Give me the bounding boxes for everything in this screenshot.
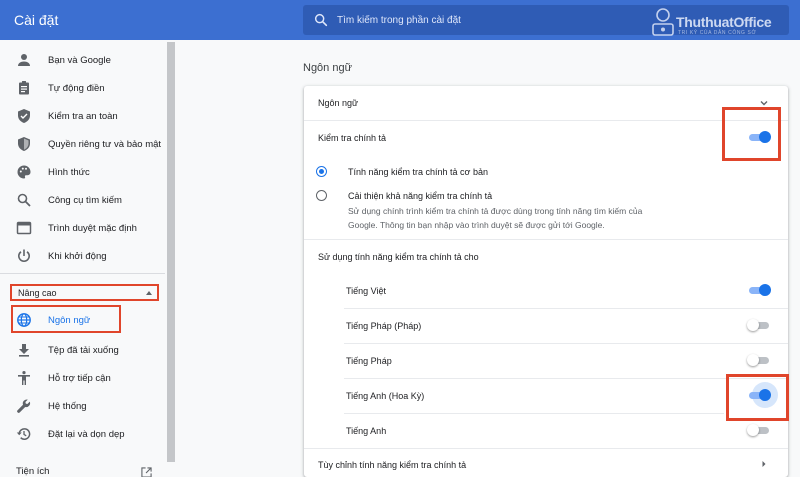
customize-spellcheck-row[interactable]: Tùy chỉnh tính năng kiểm tra chính tả bbox=[304, 449, 788, 477]
sidebar-item-privacy[interactable]: Quyền riêng tư và bảo mật bbox=[0, 130, 165, 158]
sidebar-divider bbox=[0, 273, 165, 274]
sidebar-item-label: Trình duyệt mặc định bbox=[48, 222, 137, 234]
palette-icon bbox=[17, 165, 31, 179]
sidebar-item-default-browser[interactable]: Trình duyệt mặc định bbox=[0, 214, 165, 242]
enhanced-spellcheck-label: Cải thiện khả năng kiểm tra chính tả bbox=[348, 191, 493, 201]
divider bbox=[304, 120, 788, 121]
sidebar-item-label: Hệ thống bbox=[48, 400, 87, 412]
browser-icon bbox=[16, 221, 32, 235]
restore-icon bbox=[16, 428, 31, 440]
sidebar-item-label: Đặt lại và dọn dẹp bbox=[48, 428, 125, 440]
basic-spellcheck-radio[interactable] bbox=[316, 166, 327, 177]
highlight-box-spellcheck bbox=[722, 107, 781, 161]
sidebar-item-label: Tiện ích bbox=[16, 466, 50, 477]
watermark-text: ThuthuatOffice bbox=[676, 14, 772, 30]
sidebar-item-autofill[interactable]: Tự động điền bbox=[0, 74, 165, 102]
person-icon bbox=[18, 54, 30, 66]
languages-expand-row[interactable]: Ngôn ngữ bbox=[304, 86, 788, 120]
highlight-box-english-us bbox=[726, 374, 789, 421]
language-name: Tiếng Việt bbox=[346, 286, 387, 296]
download-icon bbox=[19, 344, 29, 357]
sidebar-item-reset[interactable]: Đặt lại và dọn dẹp bbox=[0, 420, 165, 448]
sidebar-item-extensions[interactable]: Tiện ích bbox=[0, 462, 165, 477]
sidebar-item-on-startup[interactable]: Khi khởi động bbox=[0, 242, 165, 270]
divider bbox=[344, 413, 724, 414]
arrow-up-icon bbox=[146, 291, 152, 295]
customize-spellcheck-label: Tùy chỉnh tính năng kiểm tra chính tả bbox=[318, 460, 467, 470]
sidebar-item-accessibility[interactable]: Hỗ trợ tiếp cận bbox=[0, 364, 165, 392]
sidebar-item-label: Hỗ trợ tiếp cận bbox=[48, 372, 111, 384]
accessibility-icon bbox=[18, 371, 30, 385]
basic-spellcheck-label: Tính năng kiểm tra chính tả cơ bản bbox=[348, 167, 488, 177]
shield-lock-icon bbox=[18, 137, 30, 151]
divider bbox=[344, 308, 788, 309]
languages-card: Ngôn ngữ Kiểm tra chính tả Tính năng kiể… bbox=[304, 86, 789, 477]
sidebar-item-label: Khi khởi động bbox=[48, 250, 107, 262]
page-title: Cài đặt bbox=[14, 12, 59, 28]
header-bar: Cài đặt ThuthuatOffice TRI KỶ CỦA DÂN CÔ… bbox=[0, 0, 800, 40]
sidebar-item-system[interactable]: Hệ thống bbox=[0, 392, 165, 420]
sidebar-item-label: Kiểm tra an toàn bbox=[48, 110, 118, 122]
sidebar-item-label: Công cụ tìm kiếm bbox=[48, 194, 122, 206]
sidebar-item-appearance[interactable]: Hình thức bbox=[0, 158, 165, 186]
shield-check-icon bbox=[18, 109, 30, 123]
sidebar-item-label: Hình thức bbox=[48, 166, 90, 178]
watermark-subtext: TRI KỶ CỦA DÂN CÔNG SỞ bbox=[678, 30, 757, 36]
power-icon bbox=[18, 249, 30, 263]
sidebar-item-label: Tệp đã tải xuống bbox=[48, 344, 119, 356]
clipboard-icon bbox=[19, 81, 29, 95]
use-for-label: Sử dụng tính năng kiểm tra chính tả cho bbox=[318, 252, 479, 262]
open-in-new-icon bbox=[141, 467, 152, 477]
search-input[interactable] bbox=[337, 11, 637, 29]
toggle-knob bbox=[747, 424, 759, 436]
sidebar-item-label: Tự động điền bbox=[48, 82, 105, 94]
language-name: Tiếng Anh (Hoa Kỳ) bbox=[346, 391, 425, 401]
sidebar-item-you-and-google[interactable]: Bạn và Google bbox=[0, 46, 165, 74]
divider bbox=[344, 343, 788, 344]
sidebar-item-search-engine[interactable]: Công cụ tìm kiếm bbox=[0, 186, 165, 214]
chevron-right-icon bbox=[762, 461, 766, 467]
language-name: Tiếng Anh bbox=[346, 426, 387, 436]
enhanced-spellcheck-radio[interactable] bbox=[316, 190, 327, 201]
section-title: Ngôn ngữ bbox=[303, 62, 352, 74]
languages-row-label: Ngôn ngữ bbox=[318, 98, 359, 108]
sidebar-advanced-toggle[interactable]: Nâng cao bbox=[10, 284, 159, 301]
watermark-logo: ThuthuatOffice TRI KỶ CỦA DÂN CÔNG SỞ bbox=[646, 5, 796, 39]
sidebar-scrollbar[interactable] bbox=[167, 42, 175, 462]
toggle-english[interactable] bbox=[747, 424, 771, 436]
sidebar-item-label: Bạn và Google bbox=[48, 54, 111, 66]
divider bbox=[304, 239, 788, 240]
enhanced-spellcheck-desc-1: Sử dụng chính trình kiểm tra chính tả đư… bbox=[348, 206, 643, 216]
language-name: Tiếng Pháp bbox=[346, 356, 392, 366]
toggle-french[interactable] bbox=[747, 354, 771, 366]
watermark-person-icon bbox=[652, 8, 674, 36]
toggle-knob bbox=[759, 284, 771, 296]
enhanced-spellcheck-desc-2: Google. Thông tin bạn nhập vào trình duy… bbox=[348, 220, 605, 230]
sidebar-item-label: Quyền riêng tư và bảo mật bbox=[48, 138, 162, 150]
advanced-label: Nâng cao bbox=[18, 288, 57, 298]
spellcheck-label: Kiểm tra chính tả bbox=[318, 133, 387, 143]
search-icon bbox=[314, 13, 328, 27]
sidebar-item-downloads[interactable]: Tệp đã tải xuống bbox=[0, 336, 165, 364]
wrench-icon bbox=[17, 399, 31, 413]
toggle-french-france[interactable] bbox=[747, 319, 771, 331]
toggle-knob bbox=[747, 354, 759, 366]
toggle-knob bbox=[747, 319, 759, 331]
highlight-box-languages bbox=[11, 305, 121, 333]
divider bbox=[344, 378, 788, 379]
sidebar-item-safety-check[interactable]: Kiểm tra an toàn bbox=[0, 102, 165, 130]
toggle-vietnamese[interactable] bbox=[747, 284, 771, 296]
search-icon bbox=[17, 193, 31, 207]
language-name: Tiếng Pháp (Pháp) bbox=[346, 321, 422, 331]
